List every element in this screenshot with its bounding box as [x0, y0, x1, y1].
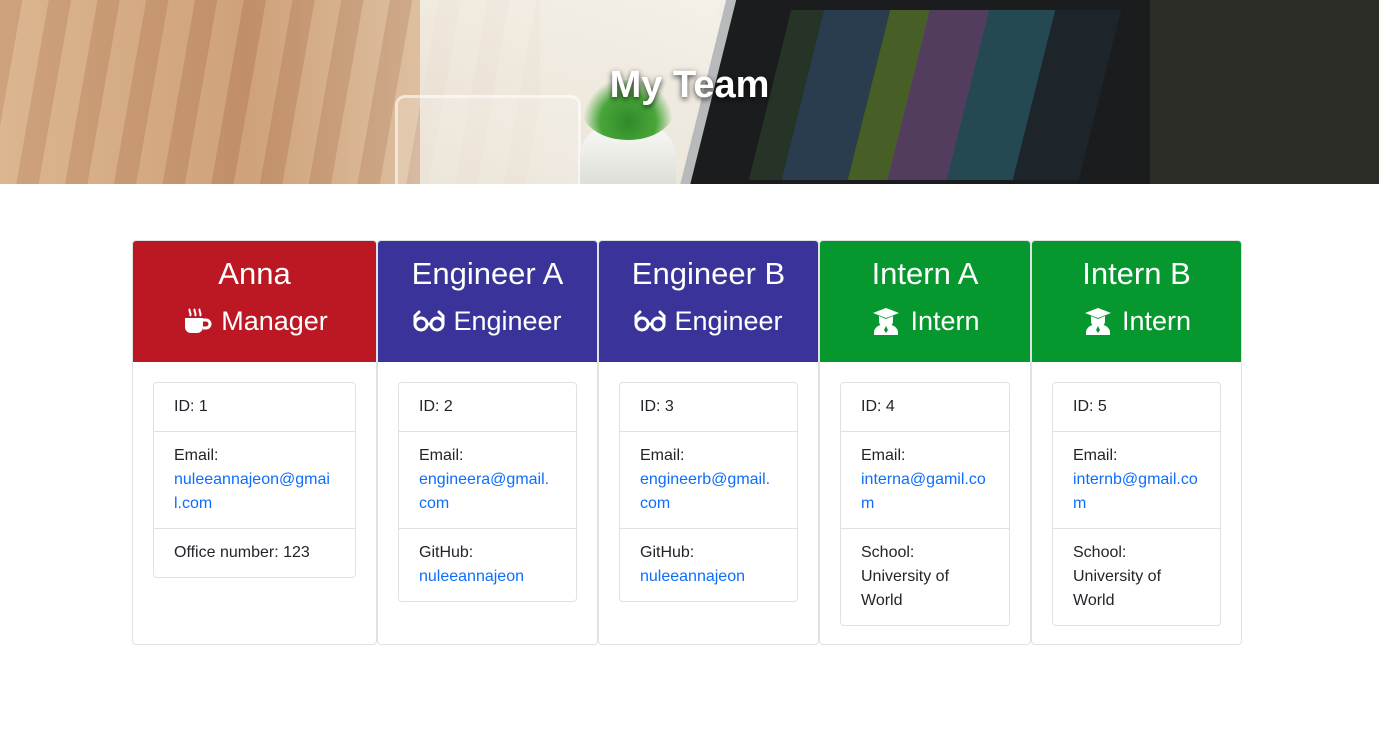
- github-label: GitHub:: [419, 544, 474, 561]
- info-list: ID: 2 Email: engineera@gmail.com GitHub:…: [398, 382, 577, 602]
- school-value: University of World: [1073, 568, 1162, 609]
- list-item-id: ID: 5: [1073, 398, 1107, 415]
- employee-role: Manager: [133, 304, 376, 338]
- info-list: ID: 5 Email: internb@gmail.com School: U…: [1052, 382, 1221, 626]
- school-value: University of World: [861, 568, 950, 609]
- github-link[interactable]: nuleeannajeon: [640, 568, 745, 585]
- email-link[interactable]: nuleeannajeon@gmail.com: [174, 471, 330, 512]
- list-item-school: School: University of World: [1053, 528, 1220, 625]
- list-item-github: GitHub: nuleeannajeon: [620, 528, 797, 601]
- school-label: School:: [1073, 544, 1127, 561]
- email-link[interactable]: engineera@gmail.com: [419, 471, 549, 512]
- employee-name: Engineer A: [411, 256, 564, 291]
- school-label: School:: [861, 544, 915, 561]
- email-link[interactable]: interna@gamil.com: [861, 471, 986, 512]
- glasses-icon: [413, 307, 445, 335]
- employee-role: Intern: [820, 304, 1030, 338]
- role-label: Manager: [221, 306, 328, 336]
- email-label: Email:: [419, 447, 464, 464]
- list-item-id: ID: 1: [174, 398, 208, 415]
- employee-name: Anna: [218, 256, 291, 291]
- email-label: Email:: [640, 447, 685, 464]
- role-label: Intern: [910, 306, 980, 336]
- employee-card: Intern B Intern ID: 5 Email: internb@gma…: [1031, 240, 1242, 645]
- glasses-icon: [634, 307, 666, 335]
- email-label: Email:: [174, 447, 219, 464]
- hero-glass-image: [395, 95, 581, 184]
- graduate-icon: [870, 307, 902, 335]
- list-item-id: ID: 3: [640, 398, 674, 415]
- hero-banner: My Team: [0, 0, 1379, 184]
- email-link[interactable]: internb@gmail.com: [1073, 471, 1198, 512]
- list-item-office: Office number: 123: [154, 528, 355, 577]
- coffee-icon: [181, 307, 213, 335]
- list-item-github: GitHub: nuleeannajeon: [399, 528, 576, 601]
- card-header: Engineer A Engineer: [378, 241, 597, 362]
- list-item-email: Email: engineerb@gmail.com: [620, 431, 797, 528]
- role-label: Engineer: [453, 306, 562, 336]
- list-item-id: ID: 2: [419, 398, 453, 415]
- employee-card: Anna Manager ID: 1 Email: nuleeannajeon@…: [132, 240, 377, 645]
- employee-role: Engineer: [599, 304, 818, 338]
- employee-role: Engineer: [378, 304, 597, 338]
- employee-name: Intern B: [1082, 256, 1191, 291]
- graduate-icon: [1082, 307, 1114, 335]
- employee-name: Intern A: [871, 256, 979, 291]
- employee-card: Intern A Intern ID: 4 Email: interna@gam…: [819, 240, 1031, 645]
- employee-role: Intern: [1032, 304, 1241, 338]
- card-header: Intern A Intern: [820, 241, 1030, 362]
- list-item-id: ID: 4: [861, 398, 895, 415]
- card-header: Engineer B Engineer: [599, 241, 818, 362]
- info-list: ID: 1 Email: nuleeannajeon@gmail.com Off…: [153, 382, 356, 578]
- page-title: My Team: [609, 64, 770, 106]
- list-item-email: Email: interna@gamil.com: [841, 431, 1009, 528]
- info-list: ID: 3 Email: engineerb@gmail.com GitHub:…: [619, 382, 798, 602]
- info-list: ID: 4 Email: interna@gamil.com School: U…: [840, 382, 1010, 626]
- employee-card: Engineer A Engineer ID: 2 Email: enginee…: [377, 240, 598, 645]
- card-header: Intern B Intern: [1032, 241, 1241, 362]
- employee-card: Engineer B Engineer ID: 3 Email: enginee…: [598, 240, 819, 645]
- email-link[interactable]: engineerb@gmail.com: [640, 471, 770, 512]
- list-item-email: Email: nuleeannajeon@gmail.com: [154, 431, 355, 528]
- card-header: Anna Manager: [133, 241, 376, 362]
- list-item-email: Email: engineera@gmail.com: [399, 431, 576, 528]
- role-label: Engineer: [674, 306, 783, 336]
- email-label: Email:: [1073, 447, 1118, 464]
- github-link[interactable]: nuleeannajeon: [419, 568, 524, 585]
- list-item-email: Email: internb@gmail.com: [1053, 431, 1220, 528]
- github-label: GitHub:: [640, 544, 695, 561]
- employee-name: Engineer B: [631, 256, 786, 291]
- email-label: Email:: [861, 447, 906, 464]
- role-label: Intern: [1121, 306, 1192, 336]
- list-item-school: School: University of World: [841, 528, 1009, 625]
